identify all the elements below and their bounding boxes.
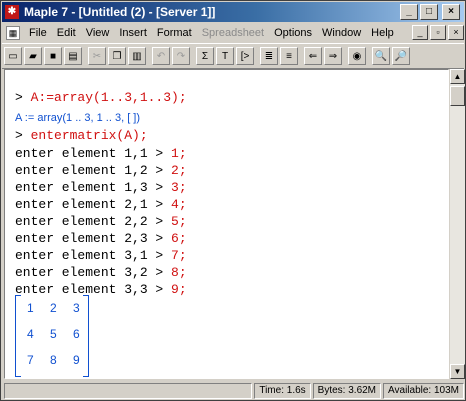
matrix-left-bracket: [15, 295, 21, 377]
menu-spreadsheet[interactable]: Spreadsheet: [197, 27, 269, 39]
matrix-cell: 3: [73, 301, 80, 315]
menu-insert[interactable]: Insert: [114, 27, 152, 39]
close-button[interactable]: ×: [442, 4, 460, 20]
matrix-cell: 7: [27, 353, 34, 367]
back-icon[interactable]: ⇐: [304, 47, 322, 65]
doc-close-button[interactable]: ×: [448, 25, 464, 40]
menu-view[interactable]: View: [81, 27, 115, 39]
scroll-down-button[interactable]: ▼: [450, 364, 465, 379]
print-icon[interactable]: ▤: [64, 47, 82, 65]
output-line: A := array(1 .. 3, 1 .. 3, [ ]): [15, 112, 141, 124]
scroll-up-button[interactable]: ▲: [450, 69, 465, 84]
entry-line: enter element 2,2 > 5;: [15, 214, 187, 229]
maximize-button[interactable]: □: [420, 4, 438, 20]
mdi-controls: _ ▫ ×: [410, 25, 464, 40]
input-text[interactable]: A:=array(1..3,1..3);: [31, 90, 187, 105]
status-available: Available: 103M: [383, 382, 464, 399]
entry-line: enter element 3,2 > 8;: [15, 265, 187, 280]
menu-format[interactable]: Format: [152, 27, 197, 39]
paste-icon[interactable]: ▥: [128, 47, 146, 65]
input-line[interactable]: > A:=array(1..3,1..3);: [15, 90, 187, 105]
status-message: [4, 382, 253, 399]
window-title: Maple 7 - [Untitled (2) - [Server 1]]: [24, 5, 216, 19]
doc-restore-button[interactable]: ▫: [430, 25, 446, 40]
sigma-icon[interactable]: Σ: [196, 47, 214, 65]
matrix-cell: 5: [50, 327, 57, 341]
toolbar: ▭ ▰ ■ ▤ ✂ ❐ ▥ ↶ ↷ Σ T [> ≣ ≡ ⇐ ⇒ ◉ 🔍 🔎: [2, 43, 464, 69]
matrix-cell: 8: [50, 353, 57, 367]
text-icon[interactable]: T: [216, 47, 234, 65]
minimize-button[interactable]: _: [400, 4, 418, 20]
menu-file[interactable]: File: [24, 27, 52, 39]
entry-line: enter element 1,1 > 1;: [15, 146, 187, 161]
maple-window: ✱ Maple 7 - [Untitled (2) - [Server 1]] …: [0, 0, 466, 401]
stop-icon[interactable]: ◉: [348, 47, 366, 65]
menu-options[interactable]: Options: [269, 27, 317, 39]
title-bar[interactable]: ✱ Maple 7 - [Untitled (2) - [Server 1]] …: [2, 2, 464, 22]
cut-icon[interactable]: ✂: [88, 47, 106, 65]
menu-bar: ▦ File Edit View Insert Format Spreadshe…: [2, 23, 464, 42]
doc-minimize-button[interactable]: _: [412, 25, 428, 40]
matrix-cell: 6: [73, 327, 80, 341]
maple-leaf-icon[interactable]: ✱: [5, 5, 19, 19]
matrix-cell: 9: [73, 353, 80, 367]
menu-window[interactable]: Window: [317, 27, 366, 39]
menu-help[interactable]: Help: [366, 27, 399, 39]
document-icon[interactable]: ▦: [6, 25, 20, 40]
matrix-cell: 4: [27, 327, 34, 341]
matrix-cell: 1: [27, 301, 34, 315]
entry-line: enter element 2,1 > 4;: [15, 197, 187, 212]
matrix-cell: 2: [50, 301, 57, 315]
menu-edit[interactable]: Edit: [52, 27, 81, 39]
redo-icon[interactable]: ↷: [172, 47, 190, 65]
copy-icon[interactable]: ❐: [108, 47, 126, 65]
entry-line: enter element 2,3 > 6;: [15, 231, 187, 246]
prompt-marker: >: [15, 128, 31, 143]
matrix-right-bracket: [83, 295, 89, 377]
undo-icon[interactable]: ↶: [152, 47, 170, 65]
scroll-thumb[interactable]: [450, 86, 465, 106]
worksheet[interactable]: > A:=array(1..3,1..3); A := array(1 .. 3…: [4, 69, 449, 379]
vertical-scrollbar[interactable]: ▲ ▼: [450, 69, 465, 379]
result-matrix: 1 2 3 4 5 6 7 8 9: [15, 295, 115, 377]
status-time: Time: 1.6s: [254, 382, 311, 399]
open-icon[interactable]: ▰: [24, 47, 42, 65]
new-icon[interactable]: ▭: [4, 47, 22, 65]
indent-icon[interactable]: ≣: [260, 47, 278, 65]
zoom-in-icon[interactable]: 🔍: [372, 47, 390, 65]
entry-line: enter element 1,3 > 3;: [15, 180, 187, 195]
outdent-icon[interactable]: ≡: [280, 47, 298, 65]
status-bar: Time: 1.6s Bytes: 3.62M Available: 103M: [2, 381, 464, 400]
entry-line: enter element 1,2 > 2;: [15, 163, 187, 178]
entry-line: enter element 3,1 > 7;: [15, 248, 187, 263]
prompt-icon[interactable]: [>: [236, 47, 254, 65]
zoom-out-icon[interactable]: 🔎: [392, 47, 410, 65]
forward-icon[interactable]: ⇒: [324, 47, 342, 65]
prompt-marker: >: [15, 90, 31, 105]
save-icon[interactable]: ■: [44, 47, 62, 65]
status-bytes: Bytes: 3.62M: [312, 382, 382, 399]
input-line[interactable]: > entermatrix(A);: [15, 128, 148, 143]
input-text[interactable]: entermatrix(A);: [31, 128, 148, 143]
